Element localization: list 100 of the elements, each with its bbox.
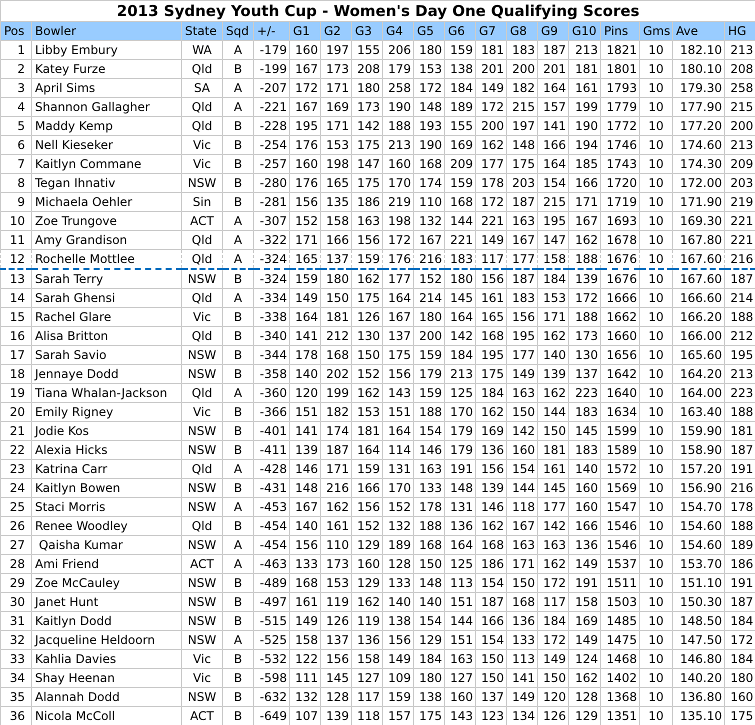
table-cell: Qld [182, 516, 222, 536]
table-cell: -515 [254, 612, 290, 630]
table-cell: -338 [254, 308, 290, 326]
table-cell: 158 [290, 630, 320, 650]
table-cell: 1821 [600, 40, 640, 60]
table-cell: 10 [640, 116, 672, 136]
table-cell: Renee Woodley [32, 516, 182, 536]
table-cell: 10 [640, 592, 672, 612]
table-cell: 154 [476, 574, 506, 592]
table-cell: 10 [640, 174, 672, 192]
table-cell: 1 [0, 40, 32, 60]
table-cell: Zoe Trungove [32, 212, 182, 230]
table-cell: 200 [414, 326, 444, 346]
table-cell: 215 [506, 98, 538, 116]
table-cell: 164 [444, 536, 476, 554]
table-cell: 10 [640, 192, 672, 212]
table-cell: 30 [0, 592, 32, 612]
table-cell: 158 [352, 650, 382, 668]
table-cell: 172.00 [672, 174, 724, 192]
table-cell: -366 [254, 402, 290, 422]
table-cell: 2 [0, 60, 32, 78]
table-cell: 177.20 [672, 116, 724, 136]
table-cell: -324 [254, 250, 290, 269]
table-cell: Qld [182, 116, 222, 136]
table-cell: 127 [352, 668, 382, 688]
table-cell: 10 [640, 98, 672, 116]
table-cell: 179 [414, 364, 444, 384]
table-cell: -463 [254, 554, 290, 574]
table-cell: 156 [352, 498, 382, 516]
table-cell: 159 [352, 460, 382, 478]
table-cell: 172 [476, 192, 506, 212]
table-cell: 154 [506, 460, 538, 478]
table-cell: 168 [414, 536, 444, 554]
table-cell: Emily Rigney [32, 402, 182, 422]
table-cell: 194 [568, 136, 600, 154]
table-cell: A [222, 498, 254, 516]
table-cell: 10 [640, 308, 672, 326]
table-cell: 175 [506, 154, 538, 174]
table-cell: 157 [538, 98, 568, 116]
table-cell: 213 [568, 40, 600, 60]
table-cell: 117 [538, 592, 568, 612]
table-cell: 10 [640, 346, 672, 364]
table-cell: -257 [254, 154, 290, 174]
table-cell: 149 [476, 230, 506, 250]
table-cell: 177 [506, 250, 538, 269]
table-cell: 190 [414, 136, 444, 154]
table-cell: 161 [320, 516, 352, 536]
table-cell: 191 [568, 574, 600, 592]
table-cell: 215 [538, 192, 568, 212]
table-cell: 162 [352, 592, 382, 612]
table-cell: 125 [444, 384, 476, 402]
table-cell: 172 [568, 288, 600, 308]
table-cell: 163 [444, 650, 476, 668]
table-cell: 216 [414, 250, 444, 269]
table-cell: 12 [0, 250, 32, 269]
table-cell: 20 [0, 402, 32, 422]
table-cell: 161 [568, 78, 600, 98]
table-cell: 165 [320, 174, 352, 192]
table-cell: 171 [506, 554, 538, 574]
table-cell: 1662 [600, 308, 640, 326]
table-cell: 151 [444, 592, 476, 612]
table-cell: 34 [0, 668, 32, 688]
table-cell: 148 [414, 98, 444, 116]
table-cell: Michaela Oehler [32, 192, 182, 212]
table-cell: 136 [568, 536, 600, 554]
table-cell: 180 [414, 308, 444, 326]
table-cell: 163.40 [672, 402, 724, 422]
table-cell: 144 [444, 612, 476, 630]
table-cell: Qaisha Kumar [32, 536, 182, 554]
table-cell: 156 [506, 308, 538, 326]
table-cell: 133 [382, 574, 414, 592]
table-cell: 151 [444, 630, 476, 650]
table-cell: 1678 [600, 230, 640, 250]
table-cell: 136 [476, 440, 506, 460]
table-cell: 175 [352, 174, 382, 192]
table-cell: 188 [568, 308, 600, 326]
table-cell: 143 [382, 384, 414, 402]
table-cell: 29 [0, 574, 32, 592]
table-cell: Katrina Carr [32, 460, 182, 478]
table-cell: 27 [0, 536, 32, 554]
column-header: Gms [640, 22, 672, 40]
table-cell: 164 [538, 154, 568, 174]
table-cell: 151.10 [672, 574, 724, 592]
table-cell: 172 [538, 630, 568, 650]
table-cell: 159 [444, 40, 476, 60]
table-cell: 132 [290, 688, 320, 706]
table-cell: 148 [414, 574, 444, 592]
column-header: Pos [0, 22, 32, 40]
table-cell: A [222, 78, 254, 98]
table-cell: 10 [640, 136, 672, 154]
table-cell: 1468 [600, 650, 640, 668]
table-cell: 153 [538, 288, 568, 308]
column-header: +/- [254, 22, 290, 40]
table-cell: 168 [476, 536, 506, 554]
table-cell: 131 [382, 460, 414, 478]
table-cell: 165 [476, 308, 506, 326]
table-cell: 11 [0, 230, 32, 250]
table-cell: Kahlia Davies [32, 650, 182, 668]
table-cell: 141 [290, 422, 320, 440]
table-cell: 151 [382, 402, 414, 422]
